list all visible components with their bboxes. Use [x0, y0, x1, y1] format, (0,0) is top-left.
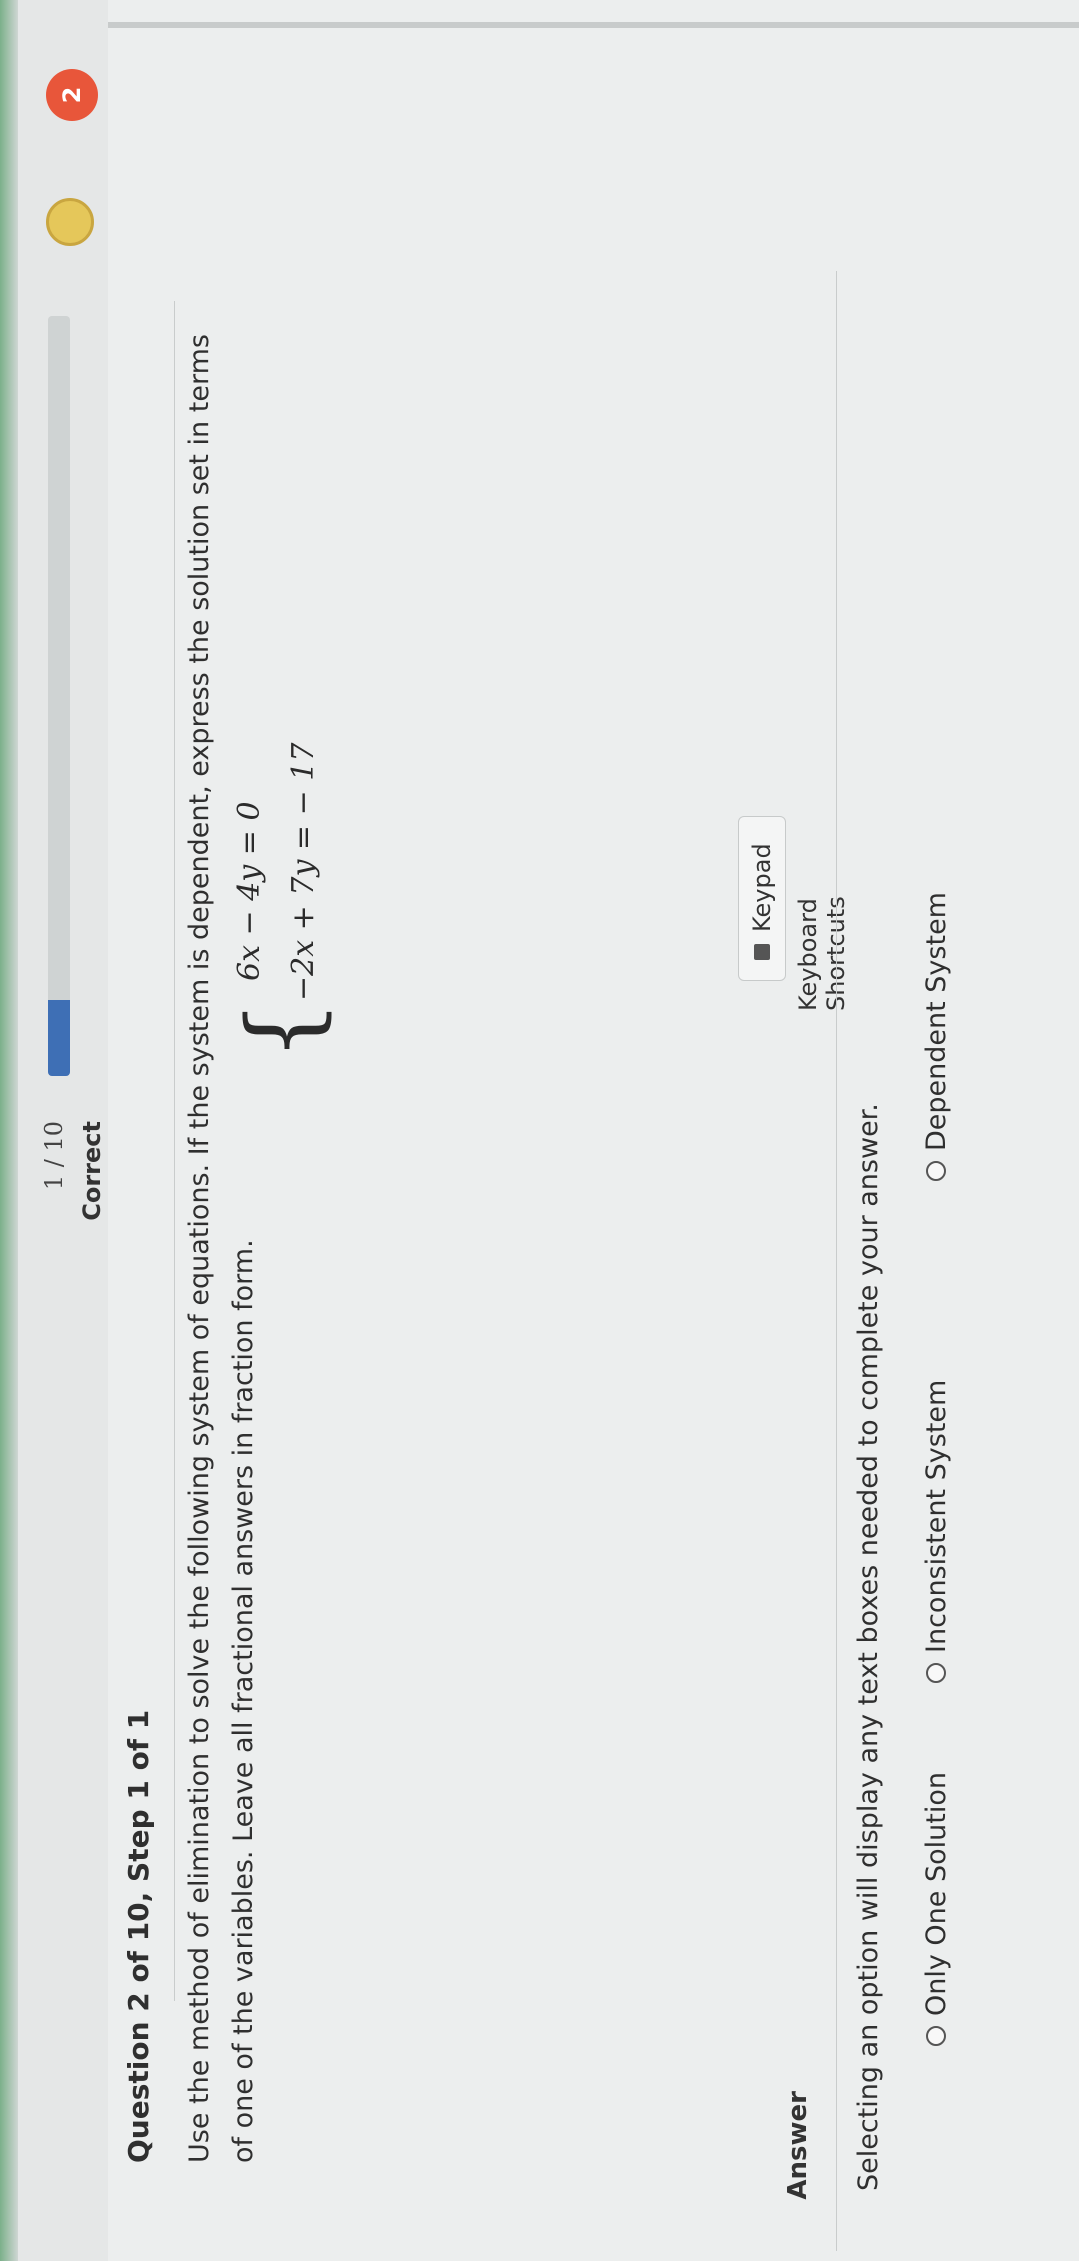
divider: [174, 301, 175, 2001]
header: 1 / 10 Correct 2: [18, 0, 108, 2261]
question-page: 1 / 10 Correct 2 Question 2 of 10, Step …: [0, 0, 1079, 2261]
answer-label: Answer: [783, 2091, 813, 2200]
keyboard-shortcuts-link[interactable]: Keyboard Shortcuts: [794, 781, 850, 1011]
question-card: Question 2 of 10, Step 1 of 1 Use the me…: [108, 0, 1079, 2261]
radio-icon[interactable]: [926, 2026, 946, 2046]
radio-icon[interactable]: [926, 1663, 946, 1683]
progress-text: 1 / 10: [40, 1121, 68, 1191]
option-label: Inconsistent System: [920, 1379, 952, 1653]
left-brace: {: [227, 999, 339, 1061]
progress-fill: [48, 1000, 70, 1076]
answer-hint: Selecting an option will display any tex…: [853, 1103, 884, 2191]
radio-icon[interactable]: [926, 1161, 946, 1181]
equation-1: 6x − 4y = 0: [232, 801, 267, 981]
equation-2: −2x + 7y = − 17: [286, 742, 321, 1001]
scrollbar[interactable]: [108, 22, 1079, 28]
question-instructions: Use the method of elimination to solve t…: [184, 334, 259, 2163]
option-label: Dependent System: [920, 892, 952, 1151]
keypad-label: Keypad: [748, 843, 776, 932]
medal-icon[interactable]: [46, 198, 94, 246]
status-label: Correct: [78, 1121, 106, 1221]
answer-divider: [836, 271, 837, 2251]
option-inconsistent-system[interactable]: Inconsistent System: [918, 1380, 954, 1683]
top-edge: [0, 0, 18, 2261]
question-title: Question 2 of 10, Step 1 of 1: [122, 1709, 155, 2163]
option-dependent-system[interactable]: Dependent System: [918, 892, 954, 1181]
option-label: Only One Solution: [920, 1772, 952, 2016]
keypad-button[interactable]: Keypad: [738, 816, 786, 981]
keyboard-icon: [754, 944, 770, 960]
score-badge[interactable]: 2: [46, 69, 98, 121]
option-only-one-solution[interactable]: Only One Solution: [918, 1772, 954, 2046]
equation-system: { 6x − 4y = 0 −2x + 7y = − 17: [227, 641, 348, 1061]
progress-bar: [48, 316, 70, 1076]
